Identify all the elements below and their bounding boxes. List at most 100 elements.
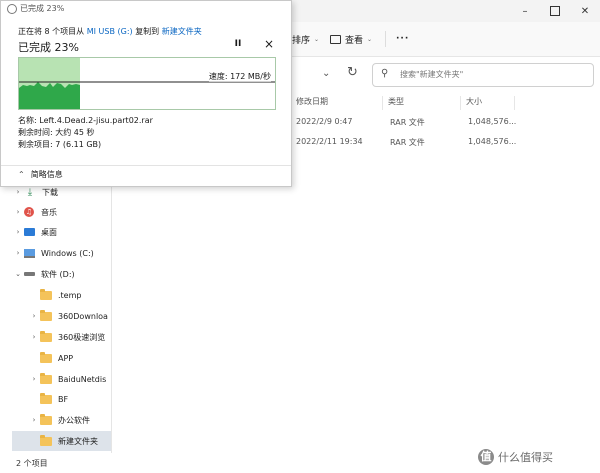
chevron-down-icon[interactable]: ⌄ bbox=[12, 270, 24, 278]
chevron-right-icon[interactable]: › bbox=[28, 375, 40, 383]
pause-icon: II bbox=[234, 39, 242, 49]
sidebar-item-label: 桌面 bbox=[41, 227, 57, 237]
download-icon: ⤓ bbox=[27, 186, 33, 198]
sidebar-item-label: BF bbox=[58, 394, 69, 404]
file-type: RAR 文件 bbox=[390, 138, 425, 147]
copy-description: 正在将 8 个项目从 MI USB (G:) 复制到 新建文件夹 bbox=[18, 26, 202, 37]
chevron-right-icon[interactable]: › bbox=[28, 333, 40, 341]
pause-button[interactable]: II bbox=[229, 39, 247, 53]
sidebar-item-label: 软件 (D:) bbox=[41, 269, 75, 279]
sidebar-item-label: 新建文件夹 bbox=[58, 436, 98, 446]
items-row: 剩余项目: 7 (6.11 GB) bbox=[18, 139, 153, 151]
sidebar-item-label: .temp bbox=[58, 290, 82, 300]
sidebar-item-folder[interactable]: APP bbox=[12, 348, 112, 368]
chevron-up-icon: ⌃ bbox=[18, 170, 25, 179]
minimize-button[interactable]: – bbox=[510, 0, 540, 22]
sidebar-item-windows-c[interactable]: › Windows (C:) bbox=[12, 243, 112, 263]
sidebar-item-folder[interactable]: › 360Downloa bbox=[12, 306, 112, 326]
maximize-button[interactable] bbox=[540, 0, 570, 22]
chevron-down-icon: ⌄ bbox=[314, 35, 320, 43]
sidebar-item-folder[interactable]: › BaiduNetdis bbox=[12, 369, 112, 389]
view-label: 查看 bbox=[345, 35, 364, 46]
chevron-right-icon[interactable]: › bbox=[12, 208, 24, 216]
chevron-right-icon[interactable]: › bbox=[12, 249, 24, 257]
copy-to-text: 复制到 bbox=[135, 27, 160, 36]
minimize-icon: – bbox=[522, 5, 528, 17]
chevron-down-icon: ⌄ bbox=[367, 35, 373, 43]
folder-icon bbox=[40, 434, 52, 446]
items-value: 7 (6.11 GB) bbox=[55, 140, 102, 149]
folder-icon bbox=[40, 288, 52, 300]
drive-icon bbox=[24, 272, 35, 276]
file-modified: 2022/2/9 0:47 bbox=[296, 117, 353, 126]
destination-link[interactable]: 新建文件夹 bbox=[162, 27, 202, 36]
cancel-copy-button[interactable]: × bbox=[260, 37, 278, 53]
sidebar-item-folder-selected[interactable]: 新建文件夹 bbox=[12, 431, 112, 451]
chevron-right-icon[interactable]: › bbox=[28, 312, 40, 320]
file-row[interactable]: 2022/2/9 0:47 RAR 文件 1,048,576... bbox=[290, 117, 520, 131]
more-options-button[interactable]: ··· bbox=[396, 31, 409, 47]
sidebar-item-folder[interactable]: .temp bbox=[12, 285, 112, 305]
column-separator[interactable] bbox=[382, 96, 383, 110]
close-icon: ✕ bbox=[580, 5, 590, 17]
folder-icon bbox=[40, 309, 52, 321]
file-type: RAR 文件 bbox=[390, 118, 425, 127]
sort-label: 排序 bbox=[292, 35, 311, 46]
column-size[interactable]: 大小 bbox=[466, 96, 482, 110]
sidebar-item-music[interactable]: › ♫ 音乐 bbox=[12, 202, 112, 222]
search-input[interactable]: ⚲ 搜索"新建文件夹" bbox=[372, 63, 594, 87]
view-icon bbox=[330, 34, 341, 44]
view-button[interactable]: 查看 ⌄ bbox=[330, 31, 372, 47]
name-label: 名称: bbox=[18, 116, 37, 125]
copy-details: 名称: Left.4.Dead.2-jisu.part02.rar 剩余时间: … bbox=[18, 115, 153, 151]
time-label: 剩余时间: bbox=[18, 128, 53, 137]
copy-progress-dialog: 已完成 23% 正在将 8 个项目从 MI USB (G:) 复制到 新建文件夹… bbox=[0, 0, 292, 187]
time-row: 剩余时间: 大约 45 秒 bbox=[18, 127, 153, 139]
file-list-header: 修改日期 类型 大小 bbox=[290, 96, 600, 110]
address-chevron-down-icon[interactable]: ⌄ bbox=[322, 68, 330, 79]
time-value: 大约 45 秒 bbox=[55, 128, 95, 137]
item-count: 2 个项目 bbox=[16, 459, 48, 468]
chevron-right-icon[interactable]: › bbox=[12, 228, 24, 236]
details-toggle-label: 简略信息 bbox=[30, 170, 63, 179]
refresh-icon[interactable]: ↻ bbox=[347, 65, 358, 80]
speed-chart bbox=[19, 81, 275, 109]
folder-icon bbox=[40, 392, 52, 404]
name-value: Left.4.Dead.2-jisu.part02.rar bbox=[39, 116, 153, 125]
windows-drive-icon bbox=[24, 248, 35, 258]
close-window-button[interactable]: ✕ bbox=[570, 0, 600, 22]
dialog-footer: ⌃ 简略信息 bbox=[1, 165, 291, 185]
sidebar-item-desktop[interactable]: › 桌面 bbox=[12, 222, 112, 242]
column-modified[interactable]: 修改日期 bbox=[296, 96, 328, 110]
column-type[interactable]: 类型 bbox=[388, 96, 404, 110]
music-icon: ♫ bbox=[24, 207, 34, 217]
column-separator[interactable] bbox=[514, 96, 515, 110]
toolbar-divider bbox=[385, 31, 386, 47]
source-link[interactable]: MI USB (G:) bbox=[87, 27, 133, 36]
footer-divider bbox=[1, 165, 291, 166]
description-prefix: 正在将 8 个项目从 bbox=[18, 27, 85, 36]
sidebar-item-folder[interactable]: › 360极速浏览 bbox=[12, 327, 112, 347]
sort-button[interactable]: 排序 ⌄ bbox=[292, 31, 319, 47]
watermark: 值 什么值得买 bbox=[478, 446, 598, 468]
search-placeholder: 搜索"新建文件夹" bbox=[400, 70, 464, 79]
sidebar-item-folder[interactable]: BF bbox=[12, 389, 112, 409]
sidebar-item-label: 360极速浏览 bbox=[58, 332, 106, 342]
folder-icon bbox=[40, 413, 52, 425]
watermark-text: 什么值得买 bbox=[498, 451, 553, 464]
speed-area bbox=[19, 82, 80, 109]
file-row[interactable]: 2022/2/11 19:34 RAR 文件 1,048,576... bbox=[290, 137, 520, 151]
column-separator[interactable] bbox=[460, 96, 461, 110]
file-size: 1,048,576... bbox=[468, 137, 517, 146]
chevron-right-icon[interactable]: › bbox=[12, 188, 24, 196]
sidebar-item-folder[interactable]: › 办公软件 bbox=[12, 410, 112, 430]
more-options-icon: ··· bbox=[396, 34, 410, 44]
search-icon: ⚲ bbox=[381, 68, 389, 79]
sidebar-item-label: APP bbox=[58, 353, 74, 363]
sidebar-item-software-d[interactable]: ⌄ 软件 (D:) bbox=[12, 264, 112, 284]
pane-divider[interactable] bbox=[111, 185, 112, 453]
progress-heading: 已完成 23% bbox=[18, 41, 79, 54]
chevron-right-icon[interactable]: › bbox=[28, 416, 40, 424]
less-details-button[interactable]: ⌃ 简略信息 bbox=[18, 169, 63, 180]
file-size: 1,048,576... bbox=[468, 117, 517, 126]
